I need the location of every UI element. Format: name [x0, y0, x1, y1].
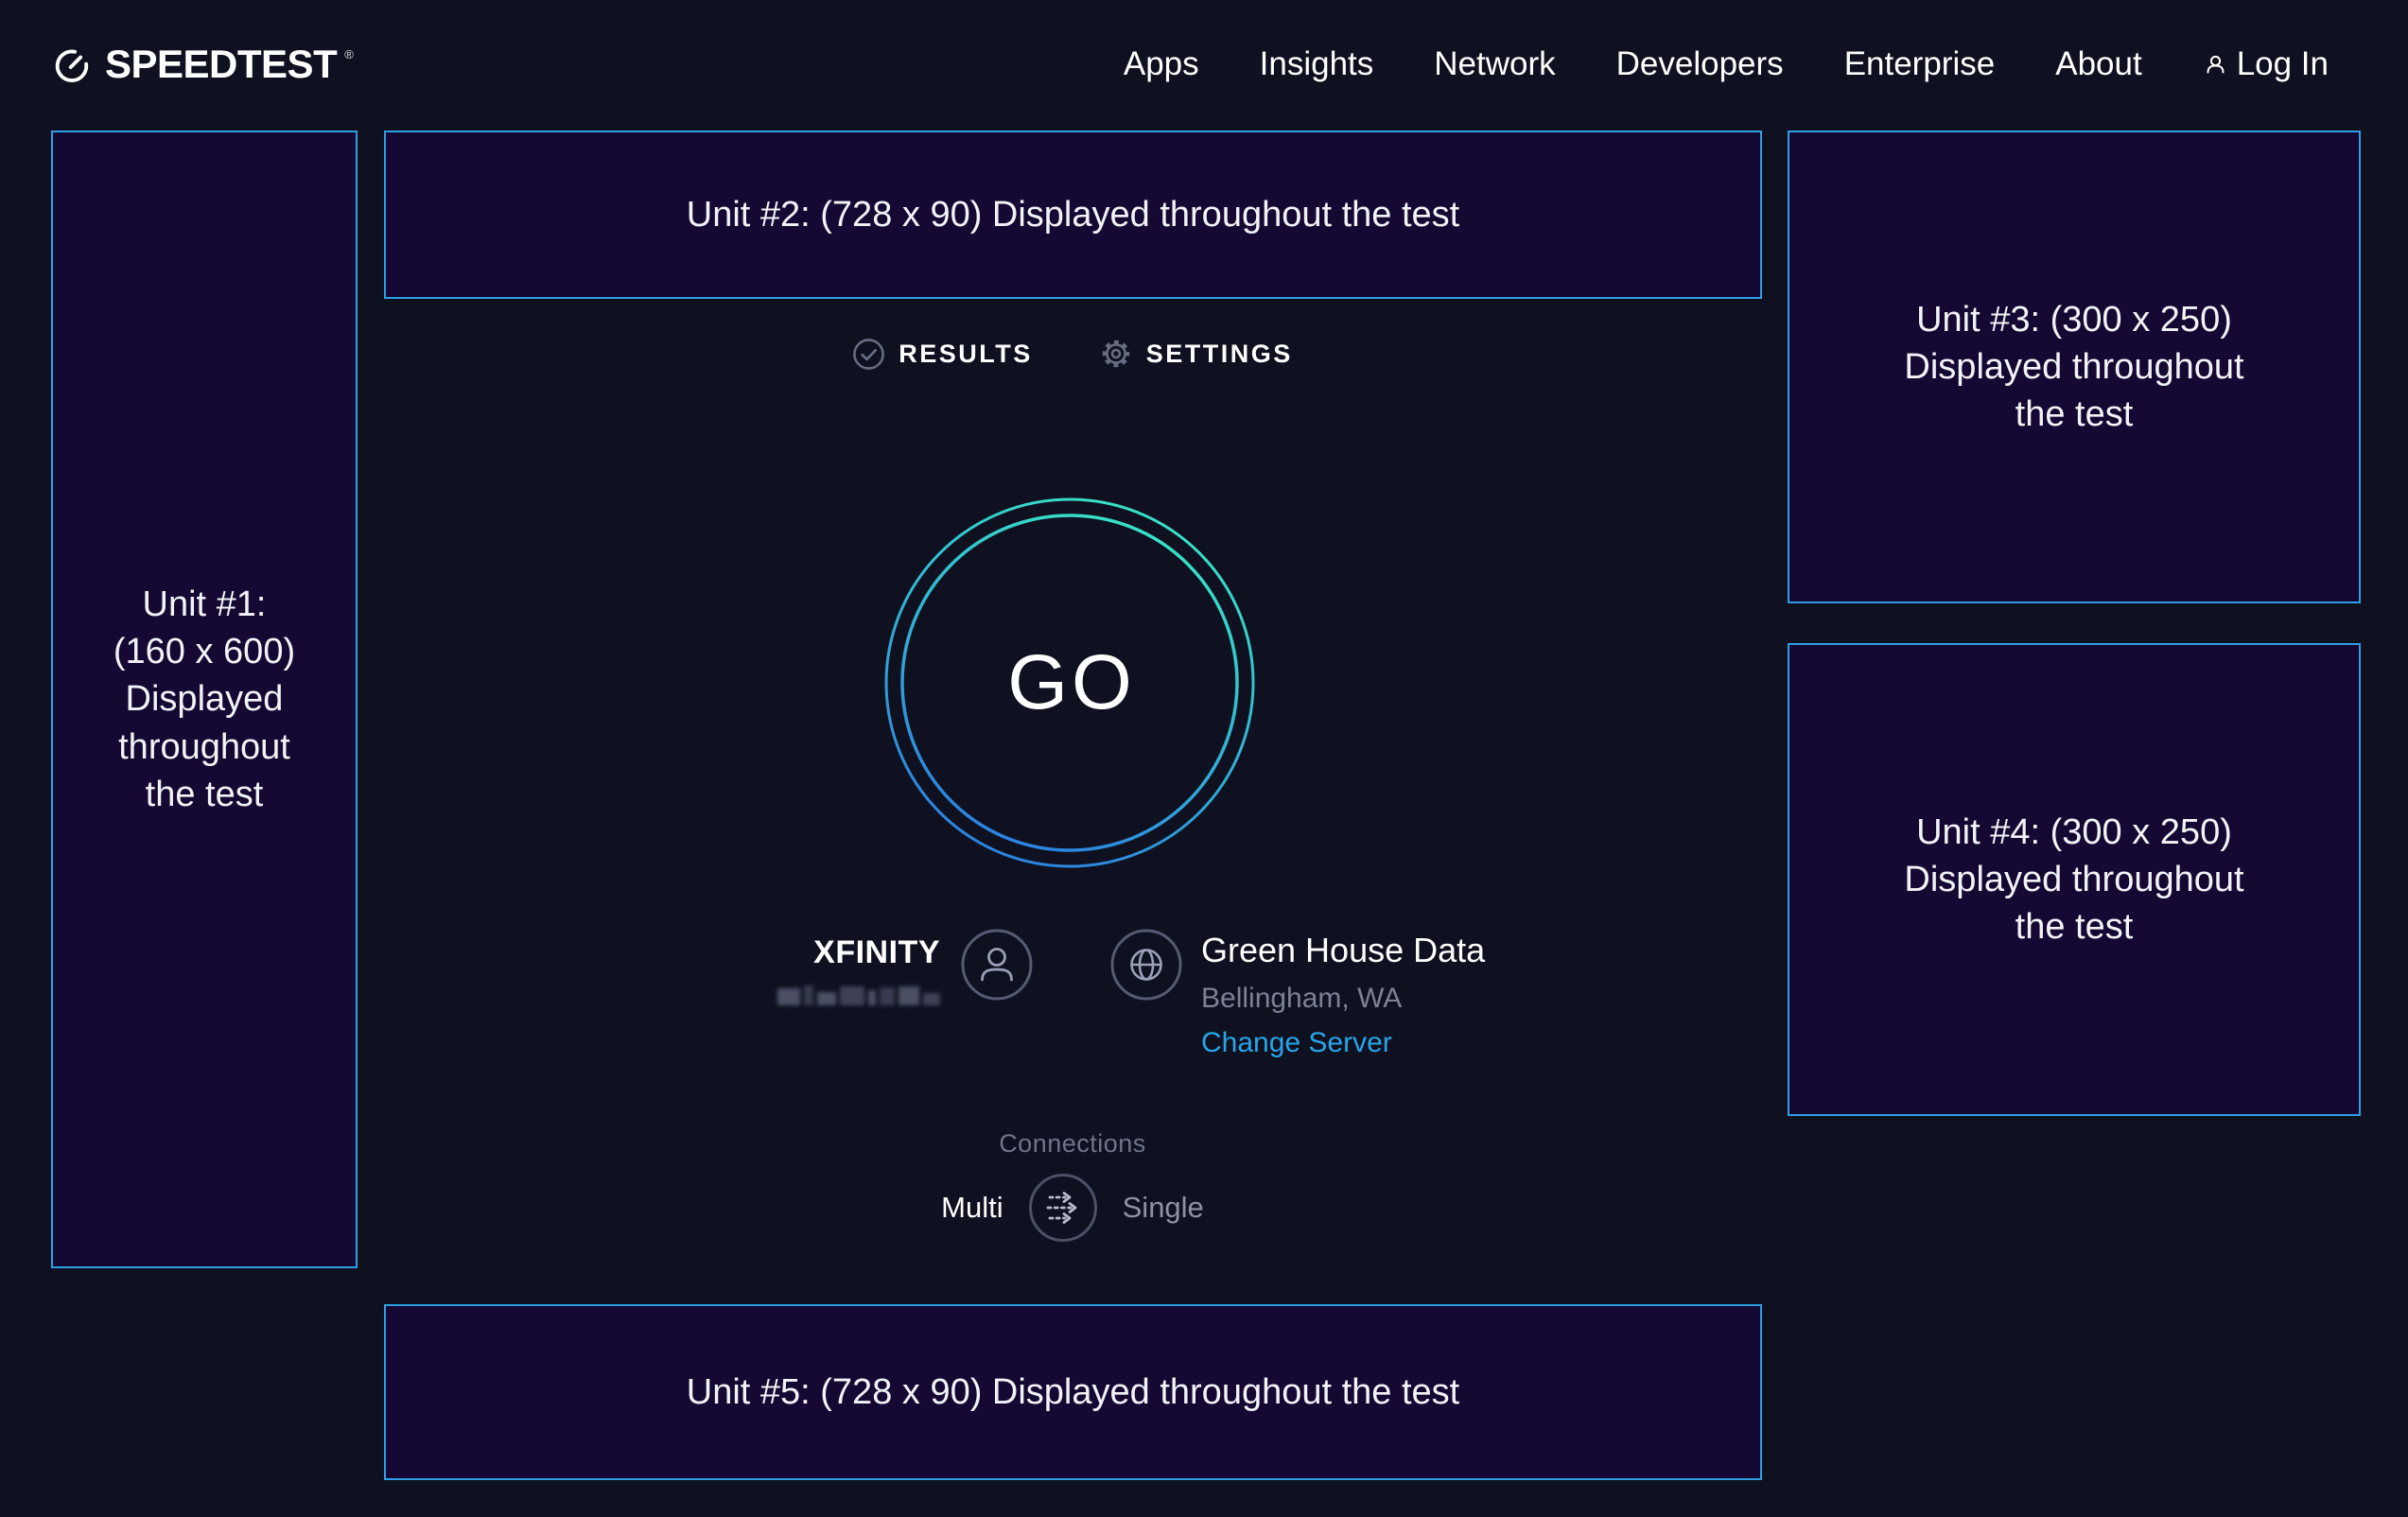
- ad-unit-2-text: Unit #2: (728 x 90) Displayed throughout…: [687, 191, 1459, 238]
- go-button[interactable]: GO: [882, 496, 1257, 870]
- tab-settings[interactable]: SETTINGS: [1099, 337, 1293, 371]
- test-mode-tabs: RESULTS SETTINGS: [358, 337, 1788, 371]
- server-info: Green House Data Bellingham, WA Change S…: [1110, 929, 1485, 1059]
- nav-item-login[interactable]: Log In: [2203, 45, 2329, 83]
- login-label: Log In: [2237, 45, 2329, 83]
- tab-results-label: RESULTS: [899, 340, 1033, 369]
- top-nav: SPEEDTEST ® Apps Insights Network Develo…: [0, 0, 2408, 129]
- logo-trademark: ®: [344, 47, 354, 61]
- tab-settings-label: SETTINGS: [1146, 340, 1293, 369]
- check-circle-icon: [852, 338, 885, 371]
- isp-ip-redacted: [777, 983, 940, 1005]
- isp-text: XFINITY: [777, 934, 940, 1005]
- ad-unit-1[interactable]: Unit #1: (160 x 600) Displayed throughou…: [51, 131, 358, 1268]
- ad-unit-4-text: Unit #4: (300 x 250) Displayed throughou…: [1904, 809, 2243, 950]
- go-button-label: GO: [1003, 638, 1136, 727]
- user-icon: [2203, 52, 2228, 78]
- server-location: Bellingham, WA: [1201, 983, 1485, 1015]
- isp-user-icon: [961, 929, 1033, 1001]
- nav-item-apps[interactable]: Apps: [1124, 45, 1199, 83]
- connections-option-multi[interactable]: Multi: [941, 1191, 1003, 1225]
- nav-links: Apps Insights Network Developers Enterpr…: [1124, 45, 2329, 83]
- server-text: Green House Data Bellingham, WA Change S…: [1201, 931, 1485, 1059]
- connections-toggle-button[interactable]: [1028, 1173, 1098, 1243]
- nav-item-developers[interactable]: Developers: [1616, 45, 1784, 83]
- connections-toggle: Multi Single: [358, 1173, 1788, 1243]
- nav-item-insights[interactable]: Insights: [1260, 45, 1374, 83]
- speedtest-gauge-icon: [52, 44, 92, 84]
- ad-unit-3[interactable]: Unit #3: (300 x 250) Displayed throughou…: [1788, 131, 2361, 603]
- tab-results[interactable]: RESULTS: [852, 338, 1033, 371]
- ad-unit-3-text: Unit #3: (300 x 250) Displayed throughou…: [1904, 296, 2243, 438]
- nav-item-enterprise[interactable]: Enterprise: [1844, 45, 1996, 83]
- isp-name: XFINITY: [813, 934, 940, 971]
- connections-label: Connections: [358, 1129, 1788, 1159]
- speedtest-page: SPEEDTEST ® Apps Insights Network Develo…: [0, 0, 2408, 1517]
- ad-unit-5-text: Unit #5: (728 x 90) Displayed throughout…: [687, 1369, 1459, 1416]
- ad-unit-2[interactable]: Unit #2: (728 x 90) Displayed throughout…: [384, 131, 1762, 299]
- ad-unit-1-text: Unit #1: (160 x 600) Displayed throughou…: [113, 581, 295, 818]
- server-name: Green House Data: [1201, 931, 1485, 970]
- ad-unit-4[interactable]: Unit #4: (300 x 250) Displayed throughou…: [1788, 643, 2361, 1116]
- connections-option-single[interactable]: Single: [1123, 1191, 1204, 1225]
- gear-icon: [1099, 337, 1133, 371]
- server-globe-icon: [1110, 929, 1182, 1001]
- speedtest-logo[interactable]: SPEEDTEST ®: [52, 42, 354, 87]
- logo-wordmark: SPEEDTEST: [105, 42, 337, 87]
- isp-info: XFINITY: [777, 929, 1033, 1005]
- ad-unit-5[interactable]: Unit #5: (728 x 90) Displayed throughout…: [384, 1304, 1762, 1480]
- nav-item-about[interactable]: About: [2055, 45, 2141, 83]
- nav-item-network[interactable]: Network: [1434, 45, 1555, 83]
- change-server-link[interactable]: Change Server: [1201, 1027, 1485, 1059]
- multi-connection-arrows-icon: [1028, 1173, 1098, 1243]
